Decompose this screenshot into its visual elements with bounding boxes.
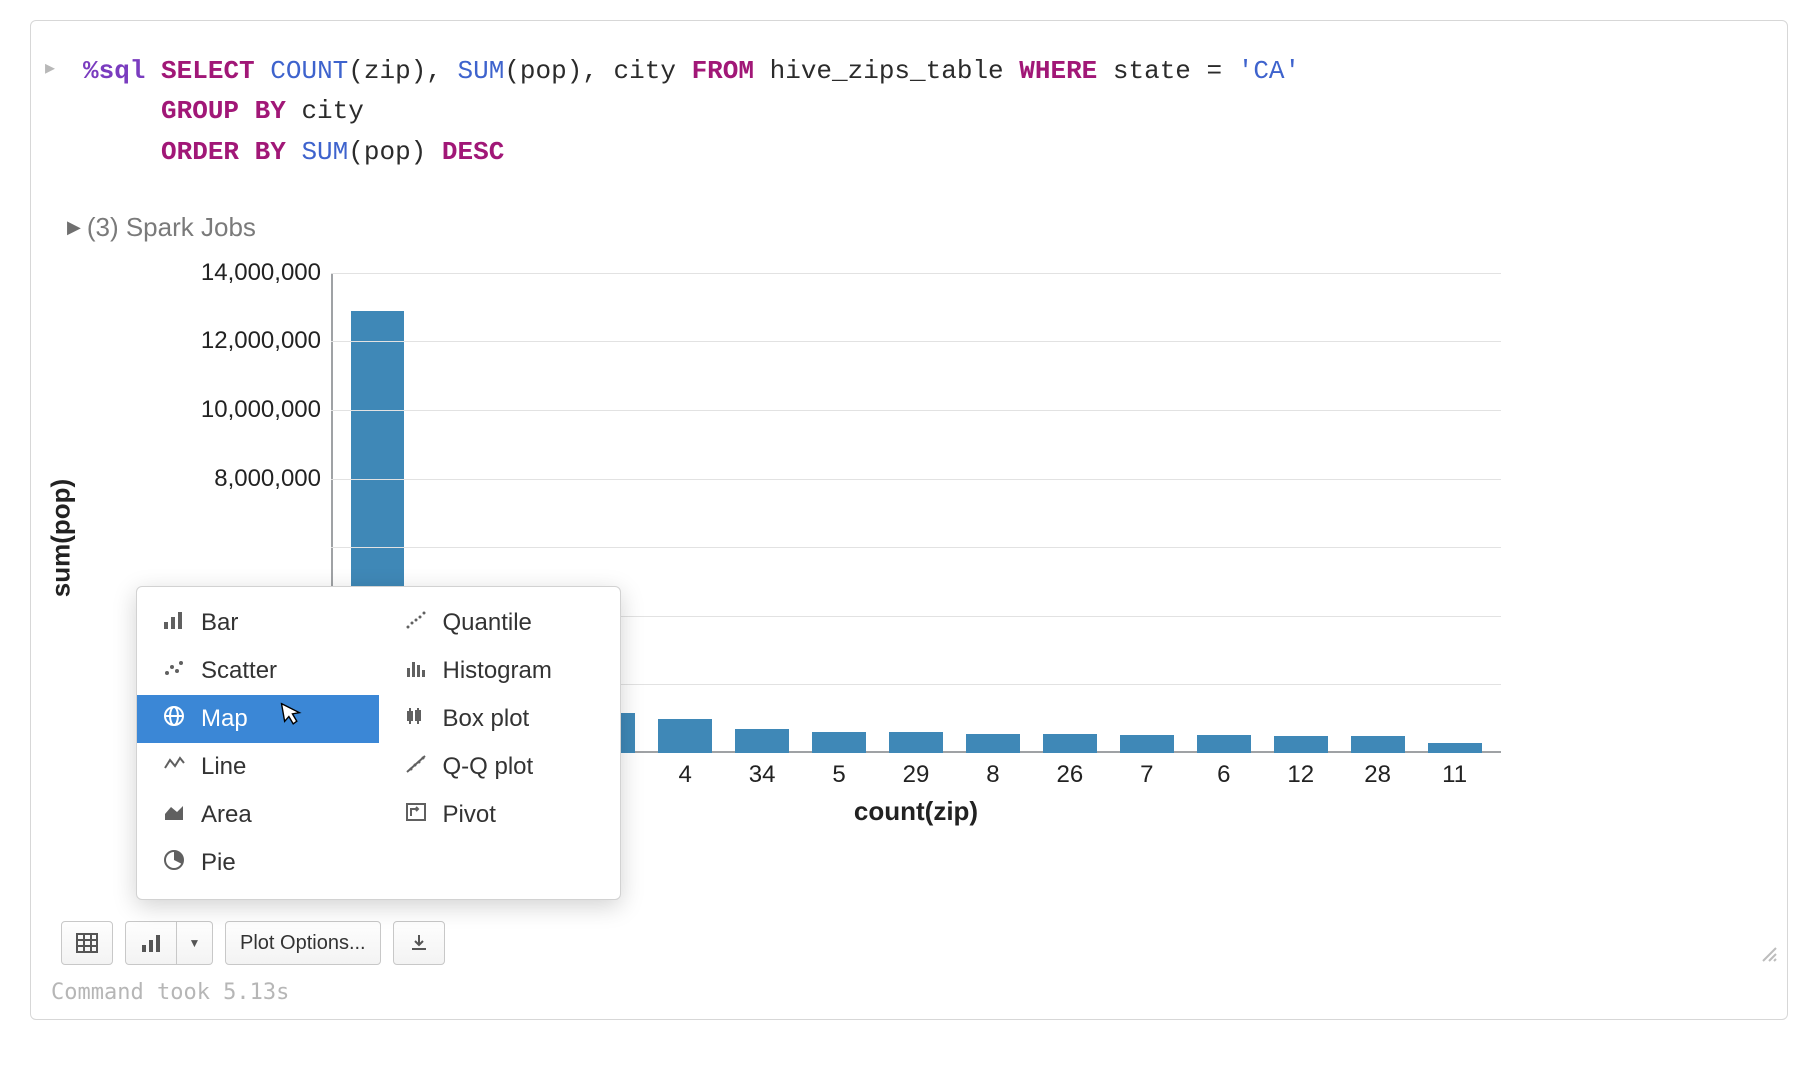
chart-bar[interactable] xyxy=(966,734,1020,753)
command-duration-label: Command took 5.13s xyxy=(51,980,289,1005)
line-icon xyxy=(161,754,187,780)
notebook-cell: ▸ %sql SELECT COUNT(zip), SUM(pop), city… xyxy=(30,20,1788,1020)
chart-gridline xyxy=(331,410,1501,411)
chart-bar[interactable] xyxy=(1120,735,1174,753)
code-editor[interactable]: %sql SELECT COUNT(zip), SUM(pop), city F… xyxy=(83,51,1757,172)
menu-item-label: Area xyxy=(201,801,252,829)
chart-type-split-button: ▼ xyxy=(125,921,213,965)
chart-bar-slot xyxy=(955,273,1032,753)
chart-menu-item-area[interactable]: Area xyxy=(137,791,379,839)
box-icon xyxy=(403,706,429,732)
show-table-button[interactable] xyxy=(61,921,113,965)
chart-menu-col-2: Quantile Histogram Box plot Q-Q plot Pivot xyxy=(379,599,621,887)
hist-icon xyxy=(403,658,429,684)
plot-options-button[interactable]: Plot Options... xyxy=(225,921,381,965)
chart-bar-slot xyxy=(1031,273,1108,753)
chart-menu-col-1: Bar Scatter Map Line Area Pie xyxy=(137,599,379,887)
chart-bar[interactable] xyxy=(1351,736,1405,753)
menu-item-label: Line xyxy=(201,753,246,781)
result-toolbar: ▼ Plot Options... xyxy=(61,921,445,965)
qq-icon xyxy=(403,754,429,780)
spark-jobs-label: (3) Spark Jobs xyxy=(87,212,256,243)
chart-menu-item-q-q-plot[interactable]: Q-Q plot xyxy=(379,743,621,791)
menu-item-label: Histogram xyxy=(443,657,552,685)
chart-gridline xyxy=(331,547,1501,548)
pie-icon xyxy=(161,849,187,877)
chart-menu-item-box-plot[interactable]: Box plot xyxy=(379,695,621,743)
chart-bar[interactable] xyxy=(1043,734,1097,753)
area-icon xyxy=(161,802,187,828)
spark-jobs-toggle[interactable]: ▶ (3) Spark Jobs xyxy=(67,212,1757,243)
resize-handle-icon[interactable] xyxy=(1759,944,1777,967)
chart-menu-item-histogram[interactable]: Histogram xyxy=(379,647,621,695)
chart-menu-item-pivot[interactable]: Pivot xyxy=(379,791,621,839)
chart-y-tick: 10,000,000 xyxy=(106,396,321,424)
menu-item-label: Pivot xyxy=(443,801,496,829)
run-cell-caret[interactable]: ▸ xyxy=(45,55,55,80)
globe-icon xyxy=(161,705,187,733)
chart-menu-item-quantile[interactable]: Quantile xyxy=(379,599,621,647)
chart-bar[interactable] xyxy=(889,732,943,753)
chart-gridline xyxy=(331,273,1501,274)
chart-y-tick: 12,000,000 xyxy=(106,327,321,355)
chart-bar-slot xyxy=(878,273,955,753)
menu-item-label: Box plot xyxy=(443,705,530,733)
chart-bar-slot xyxy=(1108,273,1185,753)
chart-bar-slot xyxy=(1185,273,1262,753)
chart-type-dropdown-toggle[interactable]: ▼ xyxy=(177,921,213,965)
chart-bar[interactable] xyxy=(1274,736,1328,753)
chart-type-button[interactable] xyxy=(125,921,177,965)
menu-item-label: Q-Q plot xyxy=(443,753,534,781)
chart-y-tick: 8,000,000 xyxy=(106,465,321,493)
chart-menu-item-pie[interactable]: Pie xyxy=(137,839,379,887)
chart-bar[interactable] xyxy=(1428,743,1482,753)
scatter-icon xyxy=(161,658,187,684)
menu-item-label: Bar xyxy=(201,609,238,637)
chart-y-tick: 14,000,000 xyxy=(106,259,321,287)
chart-bar-slot xyxy=(1339,273,1416,753)
chart-bar-slot xyxy=(801,273,878,753)
bars-icon xyxy=(161,610,187,636)
chart-bar-slot xyxy=(647,273,724,753)
download-button[interactable] xyxy=(393,921,445,965)
chart-bar-slot xyxy=(1416,273,1493,753)
chart-type-menu: Bar Scatter Map Line Area Pie Quantile Histogr… xyxy=(136,586,621,900)
caret-right-icon: ▶ xyxy=(67,217,81,238)
chart-bar[interactable] xyxy=(1197,735,1251,753)
chart-menu-item-bar[interactable]: Bar xyxy=(137,599,379,647)
chart-bar-slot xyxy=(1262,273,1339,753)
menu-item-label: Map xyxy=(201,705,248,733)
chart-menu-item-line[interactable]: Line xyxy=(137,743,379,791)
chart-gridline xyxy=(331,341,1501,342)
pivot-icon xyxy=(403,802,429,828)
quantile-icon xyxy=(403,610,429,636)
chart-menu-item-map[interactable]: Map xyxy=(137,695,379,743)
menu-item-label: Pie xyxy=(201,849,236,877)
chart-ylabel: sum(pop) xyxy=(46,479,77,597)
chart-bar[interactable] xyxy=(812,732,866,753)
caret-down-icon: ▼ xyxy=(189,936,201,950)
menu-item-label: Quantile xyxy=(443,609,532,637)
chart-bar[interactable] xyxy=(658,719,712,753)
chart-menu-item-scatter[interactable]: Scatter xyxy=(137,647,379,695)
chart-bar[interactable] xyxy=(735,729,789,753)
chart-gridline xyxy=(331,479,1501,480)
chart-bar-slot xyxy=(724,273,801,753)
notebook-cell-wrapper: ▸ %sql SELECT COUNT(zip), SUM(pop), city… xyxy=(0,0,1818,1084)
code-magic: %sql xyxy=(83,56,145,86)
menu-item-label: Scatter xyxy=(201,657,277,685)
